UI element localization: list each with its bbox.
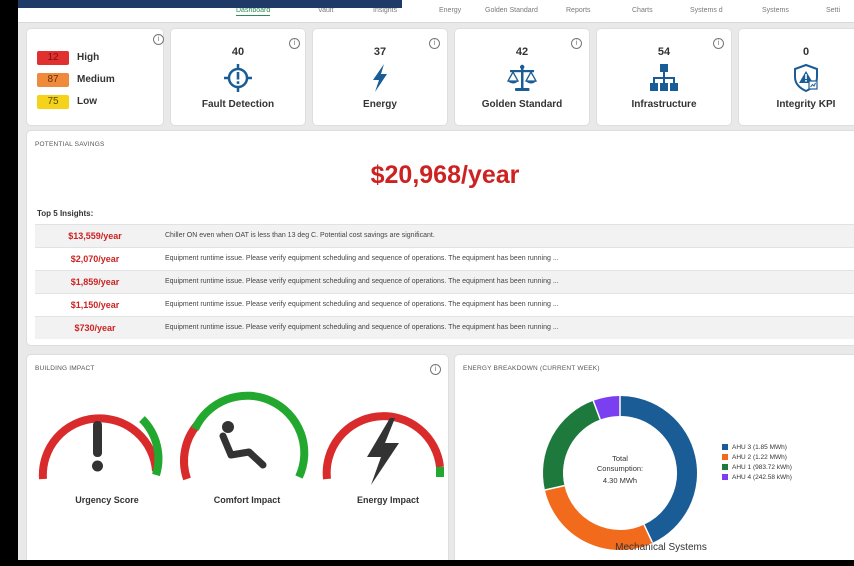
section-title: POTENTIAL SAVINGS bbox=[35, 141, 105, 148]
insight-text: Equipment runtime issue. Please verify e… bbox=[165, 278, 559, 285]
kpi-label: Infrastructure bbox=[631, 99, 697, 110]
nav-dashboard[interactable]: Dashboard bbox=[236, 7, 271, 16]
insight-amount: $1,150/year bbox=[70, 300, 120, 310]
top5-insights-label: Top 5 Insights: bbox=[37, 209, 94, 218]
nav-settings[interactable]: Setti bbox=[826, 7, 840, 14]
kpi-card-infrastructure[interactable]: i 54 Infrastructure bbox=[597, 29, 731, 125]
insight-text: Equipment runtime issue. Please verify e… bbox=[165, 301, 559, 308]
shield-alert-icon bbox=[791, 63, 821, 98]
severity-low-row[interactable]: 75 Low bbox=[37, 93, 97, 109]
insight-amount: $13,559/year bbox=[68, 231, 122, 241]
legend-item[interactable]: AHU 4 (242.58 kWh) bbox=[722, 473, 792, 483]
info-icon[interactable]: i bbox=[153, 34, 164, 45]
severity-high-row[interactable]: 12 High bbox=[37, 49, 100, 65]
energy-gauge bbox=[322, 412, 444, 485]
nav-systems-d[interactable]: Systems d bbox=[690, 7, 723, 14]
kpi-count: 54 bbox=[657, 46, 671, 58]
insight-row[interactable]: $2,070/year Equipment runtime issue. Ple… bbox=[35, 247, 854, 270]
lightning-icon bbox=[367, 418, 399, 485]
kpi-count: 40 bbox=[231, 46, 245, 58]
top-accent-bar bbox=[18, 0, 402, 8]
insight-amount: $730/year bbox=[74, 323, 116, 333]
kpi-label: Fault Detection bbox=[201, 99, 275, 110]
severity-low-label: Low bbox=[77, 96, 97, 108]
comfort-impact-label: Comfort Impact bbox=[213, 495, 281, 505]
severity-high-count: 12 bbox=[37, 50, 69, 65]
insight-row[interactable]: $730/year Equipment runtime issue. Pleas… bbox=[35, 316, 854, 339]
exclamation-icon bbox=[93, 421, 102, 457]
section-title: BUILDING IMPACT bbox=[35, 365, 95, 372]
severity-medium-label: Medium bbox=[77, 74, 115, 86]
comfort-gauge bbox=[180, 391, 309, 481]
chart-footer-label: Mechanical Systems bbox=[615, 542, 707, 553]
insight-text: Equipment runtime issue. Please verify e… bbox=[165, 255, 559, 262]
severity-medium-row[interactable]: 87 Medium bbox=[37, 71, 115, 87]
kpi-card-golden-standard[interactable]: i 42 Golden Standard bbox=[455, 29, 589, 125]
lightning-icon bbox=[365, 63, 395, 98]
insight-text: Chiller ON even when OAT is less than 13… bbox=[165, 232, 435, 239]
legend-item[interactable]: AHU 3 (1.85 MWh) bbox=[722, 443, 792, 453]
insight-row[interactable]: $1,150/year Equipment runtime issue. Ple… bbox=[35, 293, 854, 316]
insight-row[interactable]: $13,559/year Chiller ON even when OAT is… bbox=[35, 224, 854, 247]
donut-slice[interactable] bbox=[543, 400, 601, 490]
severity-low-count: 75 bbox=[37, 94, 69, 109]
insight-amount: $2,070/year bbox=[70, 254, 120, 264]
donut-center-line2: Consumption: bbox=[597, 464, 643, 473]
scales-icon bbox=[506, 63, 538, 98]
potential-savings-panel: POTENTIAL SAVINGS $20,968/year Top 5 Ins… bbox=[27, 131, 854, 345]
crosshair-alert-icon bbox=[223, 63, 253, 98]
hierarchy-icon bbox=[649, 63, 679, 98]
kpi-count: 42 bbox=[515, 46, 529, 58]
kpi-label: Energy bbox=[363, 99, 397, 110]
insight-text: Equipment runtime issue. Please verify e… bbox=[165, 324, 559, 331]
severity-medium-count: 87 bbox=[37, 72, 69, 87]
impact-gauges bbox=[38, 391, 444, 485]
donut-slice[interactable] bbox=[593, 396, 621, 420]
donut-center-line1: Total bbox=[612, 454, 628, 463]
urgency-score-label: Urgency Score bbox=[75, 495, 139, 505]
dashboard-screen: Dashboard Vault Insights Energy Golden S… bbox=[18, 0, 854, 560]
energy-impact-label: Energy Impact bbox=[356, 495, 420, 505]
section-title: ENERGY BREAKDOWN (CURRENT WEEK) bbox=[463, 365, 600, 372]
kpi-count: 0 bbox=[802, 46, 810, 58]
nav-charts[interactable]: Charts bbox=[632, 7, 653, 14]
nav-systems[interactable]: Systems bbox=[762, 7, 789, 14]
insight-row[interactable]: $1,859/year Equipment runtime issue. Ple… bbox=[35, 270, 854, 293]
kpi-card-energy[interactable]: i 37 Energy bbox=[313, 29, 447, 125]
kpi-label: Integrity KPI bbox=[776, 99, 836, 110]
building-impact-panel: BUILDING IMPACT i Urgency Score Comfort … bbox=[27, 355, 448, 560]
reclining-person-icon bbox=[219, 421, 267, 469]
legend-item[interactable]: AHU 1 (983.72 kWh) bbox=[722, 463, 792, 473]
severity-high-label: High bbox=[77, 52, 100, 64]
urgency-gauge bbox=[38, 414, 163, 480]
severity-card: i 12 High 87 Medium 75 Low bbox=[27, 29, 164, 125]
insight-amount: $1,859/year bbox=[70, 277, 120, 287]
nav-insights[interactable]: Insights bbox=[373, 7, 397, 14]
donut-center-value: 4.30 MWh bbox=[603, 476, 637, 485]
total-savings-value: $20,968/year bbox=[370, 161, 520, 189]
kpi-label: Golden Standard bbox=[481, 99, 563, 110]
energy-legend: AHU 3 (1.85 MWh) AHU 2 (1.22 MWh) AHU 1 … bbox=[722, 443, 792, 483]
nav-vault[interactable]: Vault bbox=[318, 7, 333, 14]
nav-energy[interactable]: Energy bbox=[439, 7, 461, 14]
energy-donut-chart: Total Consumption: 4.30 MWh bbox=[543, 396, 697, 550]
nav-reports[interactable]: Reports bbox=[566, 7, 591, 14]
energy-breakdown-panel: ENERGY BREAKDOWN (CURRENT WEEK) Total Co… bbox=[455, 355, 854, 560]
info-icon[interactable]: i bbox=[430, 364, 441, 375]
kpi-card-fault-detection[interactable]: i 40 Fault Detection bbox=[171, 29, 305, 125]
kpi-card-integrity-kpi[interactable]: i 0 Integrity KPI bbox=[739, 29, 854, 125]
kpi-count: 37 bbox=[373, 46, 387, 58]
nav-golden-standard[interactable]: Golden Standard bbox=[485, 7, 538, 14]
legend-item[interactable]: AHU 2 (1.22 MWh) bbox=[722, 453, 792, 463]
donut-slice[interactable] bbox=[544, 485, 653, 550]
